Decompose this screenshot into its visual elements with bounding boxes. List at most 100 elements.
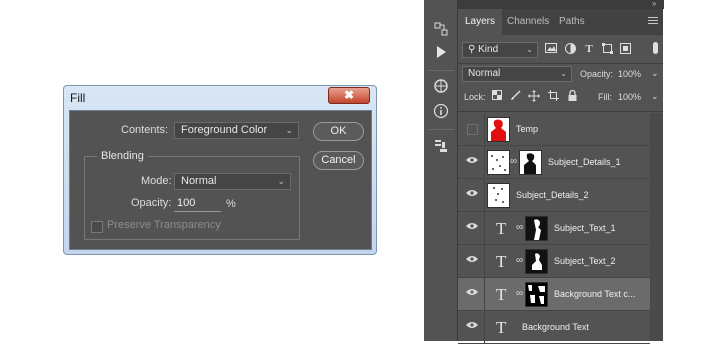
filter-toggle[interactable]: [653, 42, 658, 54]
layer-thumbnail: [487, 117, 510, 142]
brush-icon[interactable]: [508, 90, 522, 104]
preserve-transparency-checkbox[interactable]: [91, 221, 103, 233]
opacity-label: Opacity:: [580, 69, 614, 79]
close-button[interactable]: ✖: [328, 87, 370, 104]
type-layer-icon: T: [496, 318, 507, 337]
visibility-toggle[interactable]: [467, 124, 478, 135]
artboard-icon[interactable]: [546, 90, 560, 104]
cancel-button[interactable]: Cancel: [313, 151, 364, 170]
opacity-input[interactable]: 100: [174, 196, 221, 212]
mask-thumbnail: [525, 216, 548, 241]
tab-channels[interactable]: Channels: [500, 9, 556, 35]
move-icon[interactable]: [527, 90, 541, 105]
eye-icon[interactable]: [465, 156, 479, 168]
layer-row-selected[interactable]: T ∞ Background Text c...: [458, 278, 650, 311]
mask-thumbnail: [525, 282, 548, 307]
eye-icon[interactable]: [465, 321, 479, 333]
blend-row: Normal ⌄ Opacity: 100% ⌄: [458, 65, 663, 87]
panel-top-bar: « »: [424, 0, 664, 9]
eye-icon[interactable]: [465, 255, 479, 267]
contents-select[interactable]: Foreground Color ⌄: [174, 122, 299, 139]
layer-name: Background Text: [522, 322, 589, 332]
layer-name: Subject_Details_2: [516, 190, 589, 200]
info-icon[interactable]: [432, 103, 450, 121]
search-icon: ⚲: [468, 44, 476, 55]
layer-row[interactable]: T Background Text: [458, 311, 650, 344]
blending-group: Blending Mode: Normal ⌄ Opacity: 100 % P…: [84, 150, 300, 240]
eye-icon[interactable]: [465, 222, 479, 234]
chevron-down-icon: ⌄: [526, 45, 533, 54]
opacity-value[interactable]: 100%: [618, 69, 641, 79]
3d-icon[interactable]: [432, 78, 450, 96]
shape-filter-icon[interactable]: [600, 43, 614, 57]
link-icon: ∞: [516, 255, 524, 266]
play-icon[interactable]: [432, 45, 450, 63]
panel-menu-icon[interactable]: [648, 17, 658, 26]
type-layer-icon: T: [496, 252, 507, 271]
fill-value[interactable]: 100%: [618, 92, 641, 102]
preserve-transparency-label: Preserve Transparency: [107, 219, 221, 231]
kind-select[interactable]: ⚲ Kind ⌄: [462, 42, 538, 58]
tool-divider: [428, 129, 454, 130]
link-icon: ∞: [510, 156, 518, 167]
layer-name: Background Text c...: [554, 289, 636, 299]
ok-button[interactable]: OK: [313, 122, 364, 141]
type-filter-icon[interactable]: T: [582, 43, 596, 55]
layer-name: Temp: [516, 124, 539, 134]
type-layer-icon: T: [496, 285, 507, 304]
eye-icon[interactable]: [465, 189, 479, 201]
layer-row[interactable]: Subject_Details_2: [458, 179, 650, 212]
fill-dialog: Fill ✖ Contents: Foreground Color ⌄ OK C…: [63, 85, 377, 255]
blend-mode-value: Normal: [468, 68, 501, 79]
collapse-right-icon[interactable]: »: [652, 0, 656, 8]
layer-row[interactable]: T ∞ Subject_Text_1: [458, 212, 650, 245]
mode-label: Mode:: [141, 175, 172, 187]
mask-thumbnail: [519, 150, 542, 175]
tab-layers[interactable]: Layers: [458, 9, 503, 35]
layer-name: Subject_Text_1: [554, 223, 616, 233]
opacity-label: Opacity:: [131, 197, 172, 209]
link-icon: ∞: [516, 288, 524, 299]
adjustment-filter-icon[interactable]: [563, 43, 577, 57]
opacity-unit: %: [226, 198, 236, 210]
layer-thumbnail: [487, 183, 510, 208]
layer-row[interactable]: ∞ Subject_Details_1: [458, 146, 650, 179]
layer-row[interactable]: Temp: [458, 113, 650, 146]
contents-label: Contents:: [121, 124, 169, 136]
blend-mode-select[interactable]: Normal ⌄: [462, 66, 572, 82]
layers-list: Temp ∞ Subject_Details_1 Subject_Details…: [458, 113, 650, 344]
smart-object-filter-icon[interactable]: [618, 43, 632, 57]
layers-panel: Layers Channels Paths ⚲ Kind ⌄ T Normal …: [458, 9, 663, 344]
lock-row: Lock: Fill: 100% ⌄: [458, 87, 663, 109]
kind-label: Kind: [478, 44, 499, 55]
tab-paths[interactable]: Paths: [552, 9, 592, 35]
chevron-down-icon: ⌄: [560, 69, 567, 78]
chevron-down-icon: ⌄: [277, 176, 285, 186]
chevron-down-icon[interactable]: ⌄: [651, 68, 659, 79]
lock-icon[interactable]: [565, 89, 579, 104]
eye-icon[interactable]: [465, 288, 479, 300]
layer-thumbnail: [487, 150, 510, 175]
stamp-icon[interactable]: [432, 138, 450, 156]
chevron-down-icon[interactable]: ⌄: [651, 91, 659, 102]
layer-row[interactable]: T ∞ Subject_Text_2: [458, 245, 650, 278]
panel-tabs: Layers Channels Paths: [458, 9, 663, 35]
history-icon[interactable]: [432, 21, 450, 39]
chevron-down-icon: ⌄: [285, 125, 293, 135]
filter-row: ⚲ Kind ⌄ T: [458, 40, 663, 62]
divider: [458, 111, 663, 112]
tool-strip: [424, 0, 458, 341]
contents-value: Foreground Color: [181, 124, 268, 136]
link-icon: ∞: [516, 222, 524, 233]
lock-transparent-icon[interactable]: [490, 90, 504, 103]
divider: [458, 63, 663, 64]
tool-divider: [428, 70, 454, 71]
dialog-title: Fill: [70, 91, 86, 105]
layer-name: Subject_Details_1: [548, 157, 621, 167]
pixel-filter-icon[interactable]: [544, 43, 558, 56]
mode-select[interactable]: Normal ⌄: [174, 173, 291, 190]
layers-scrollbar[interactable]: [650, 113, 663, 341]
lock-label: Lock:: [464, 92, 486, 102]
dialog-body: Contents: Foreground Color ⌄ OK Cancel B…: [69, 110, 372, 250]
fill-label: Fill:: [598, 92, 612, 102]
